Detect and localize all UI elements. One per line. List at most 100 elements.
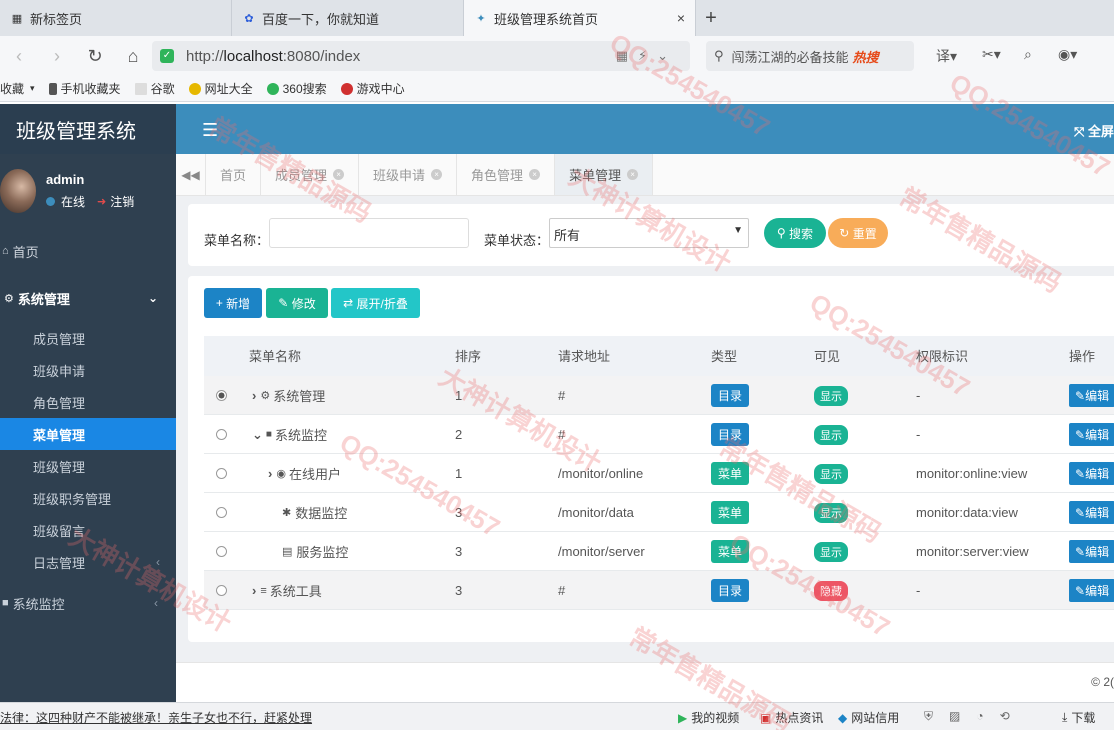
sidebar-item-logs[interactable]: 日志管理 ‹ bbox=[0, 546, 176, 578]
user-icon: ◉ bbox=[276, 468, 286, 480]
bookmark-mobile[interactable]: 手机收藏夹 bbox=[48, 80, 121, 97]
home-icon[interactable]: ⌂ bbox=[114, 46, 152, 67]
menu-name-input[interactable] bbox=[269, 218, 469, 248]
game-center-icon bbox=[340, 82, 353, 95]
expand-collapse-button[interactable]: ⇄ 展开/折叠 bbox=[331, 288, 420, 318]
forward-icon[interactable]: › bbox=[38, 46, 76, 67]
translate-icon[interactable]: 译▾ bbox=[936, 46, 957, 66]
hamburger-icon[interactable]: ☰ bbox=[202, 120, 218, 141]
col-url[interactable]: 请求地址 bbox=[558, 336, 610, 375]
news-ticker-link[interactable]: 法律：这四种财产不能被继承！亲生子女也不行，赶紧处理 bbox=[0, 709, 312, 726]
url-field[interactable]: ✓ http://localhost:8080/index ▦⚡⌄ bbox=[152, 41, 690, 71]
table-panel: + 新增 ✎ 修改 ⇄ 展开/折叠 菜单名称 排序 请求地址 类型 可见 权限标… bbox=[188, 276, 1114, 642]
browser-tab-app[interactable]: ✦ 班级管理系统首页 × bbox=[464, 0, 696, 36]
close-icon[interactable]: × bbox=[627, 169, 639, 180]
browser-tab-baidu[interactable]: ✿ 百度一下，你就知道 bbox=[232, 0, 464, 36]
reset-button[interactable]: ↻ 重置 bbox=[828, 218, 888, 248]
col-order[interactable]: 排序 bbox=[455, 336, 481, 375]
collapse-caret-icon[interactable]: ⌄ bbox=[252, 427, 263, 443]
col-action[interactable]: 操作 bbox=[1069, 336, 1095, 375]
hot-news-link[interactable]: ▣ 热点资讯 bbox=[760, 709, 823, 726]
magnifier-icon[interactable]: ⌕ bbox=[1024, 46, 1032, 63]
search-button[interactable]: ⚲ 搜索 bbox=[764, 218, 826, 248]
my-videos-link[interactable]: ▶ 我的视频 bbox=[678, 709, 739, 726]
close-icon[interactable]: × bbox=[529, 169, 541, 180]
type-badge: 菜单 bbox=[711, 462, 750, 485]
tab-menus[interactable]: 菜单管理 × bbox=[555, 154, 654, 195]
download-link[interactable]: ⤓ 下载 bbox=[1062, 709, 1095, 726]
col-type[interactable]: 类型 bbox=[711, 336, 737, 375]
menu-status-select[interactable]: 所有 ▼ bbox=[549, 218, 749, 248]
row-edit-button[interactable]: ✎编辑 bbox=[1069, 501, 1114, 524]
sidebar-item-messages[interactable]: 班级留言 bbox=[0, 514, 176, 546]
site-credit-link[interactable]: ◆ 网站信用 bbox=[838, 709, 899, 726]
col-name[interactable]: 菜单名称 bbox=[249, 336, 301, 375]
table-row[interactable]: ⌄ ■ 系统监控 2 # 目录 显示 - ✎编辑 bbox=[204, 415, 1114, 454]
status-tool-icons[interactable]: ⛨▨◔⟲ bbox=[924, 709, 1026, 724]
row-radio[interactable] bbox=[216, 390, 227, 401]
tab-members[interactable]: 成员管理 × bbox=[261, 154, 360, 195]
table-row[interactable]: ▤ 服务监控 3 /monitor/server 菜单 显示 monitor:se… bbox=[204, 532, 1114, 571]
scissors-icon[interactable]: ✂▾ bbox=[982, 46, 1001, 63]
tab-class-apply[interactable]: 班级申请 × bbox=[359, 154, 458, 195]
url-tools-icons[interactable]: ▦⚡⌄ bbox=[616, 48, 678, 64]
row-radio[interactable] bbox=[216, 546, 227, 557]
sidebar-item-class-apply[interactable]: 班级申请 bbox=[0, 354, 176, 386]
row-edit-button[interactable]: ✎编辑 bbox=[1069, 423, 1114, 446]
table-row[interactable]: › ≡ 系统工具 3 # 目录 隐藏 - ✎编辑 bbox=[204, 571, 1114, 610]
row-edit-button[interactable]: ✎编辑 bbox=[1069, 462, 1114, 485]
row-edit-button[interactable]: ✎编辑 bbox=[1069, 540, 1114, 563]
table-row[interactable]: › ◉ 在线用户 1 /monitor/online 菜单 显示 monitor:o… bbox=[204, 454, 1114, 493]
expand-caret-icon[interactable]: › bbox=[252, 583, 256, 598]
fullscreen-button[interactable]: ⤧ 全屏 bbox=[1074, 121, 1114, 140]
expand-caret-icon[interactable]: › bbox=[268, 466, 272, 481]
tab-home[interactable]: 首页 bbox=[206, 154, 262, 195]
sidebar-item-members[interactable]: 成员管理 bbox=[0, 322, 176, 354]
sidebar-item-monitor[interactable]: ■ 系统监控 ‹ bbox=[0, 578, 176, 628]
table-row[interactable]: › ⚙ 系统管理 1 # 目录 显示 - ✎编辑 bbox=[204, 376, 1114, 415]
sidebar-item-class-posts[interactable]: 班级职务管理 bbox=[0, 482, 176, 514]
tab-roles[interactable]: 角色管理 × bbox=[457, 154, 556, 195]
row-edit-button[interactable]: ✎编辑 bbox=[1069, 579, 1114, 602]
hidden-badge: 隐藏 bbox=[814, 580, 848, 601]
reload-icon[interactable]: ↻ bbox=[76, 46, 114, 67]
row-radio[interactable] bbox=[216, 585, 227, 596]
sidebar-item-roles[interactable]: 角色管理 bbox=[0, 386, 176, 418]
row-radio[interactable] bbox=[216, 468, 227, 479]
tabs-scroll-left-icon[interactable]: ◀◀ bbox=[176, 154, 206, 195]
search-icon: ⚲ bbox=[776, 226, 790, 240]
close-icon[interactable]: × bbox=[333, 169, 345, 180]
col-perm[interactable]: 权限标识 bbox=[916, 336, 968, 375]
table-row[interactable]: ✱ 数据监控 3 /monitor/data 菜单 显示 monitor:data… bbox=[204, 493, 1114, 532]
close-icon[interactable]: × bbox=[431, 169, 443, 180]
gamepad-icon[interactable]: ◉▾ bbox=[1058, 46, 1077, 63]
sidebar-item-menus[interactable]: 菜单管理 bbox=[0, 418, 176, 450]
visible-badge: 显示 bbox=[814, 502, 848, 523]
main-content: 菜单名称： 菜单状态： 所有 ▼ ⚲ 搜索 ↻ 重置 + 新增 ✎ 修改 ⇄ 展… bbox=[176, 196, 1114, 702]
bookmark-favorites[interactable]: 收藏 ▾ bbox=[0, 80, 35, 97]
close-tab-icon[interactable]: × bbox=[677, 10, 685, 26]
copyright-text: © 2( bbox=[1091, 675, 1114, 689]
grid-icon: ▦ bbox=[11, 12, 23, 25]
bookmark-google[interactable]: 谷歌 bbox=[134, 80, 175, 97]
col-visible[interactable]: 可见 bbox=[814, 336, 840, 375]
row-radio[interactable] bbox=[216, 429, 227, 440]
add-button[interactable]: + 新增 bbox=[204, 288, 262, 318]
back-icon[interactable]: ‹ bbox=[0, 46, 38, 67]
row-radio[interactable] bbox=[216, 507, 227, 518]
logout-link[interactable]: 注销 bbox=[110, 193, 134, 210]
row-edit-button[interactable]: ✎编辑 bbox=[1069, 384, 1114, 407]
bookmark-hao[interactable]: 网址大全 bbox=[188, 80, 253, 97]
sidebar-item-system[interactable]: ⚙ 系统管理 ⌄ bbox=[0, 274, 176, 322]
browser-search-field[interactable]: ⚲ 闯荡江湖的必备技能 热搜 bbox=[706, 41, 914, 71]
sidebar-item-classes[interactable]: 班级管理 bbox=[0, 450, 176, 482]
new-tab-button[interactable]: + bbox=[696, 0, 726, 36]
user-name: admin bbox=[46, 172, 85, 187]
bookmark-360[interactable]: 360搜索 bbox=[266, 80, 327, 97]
visible-badge: 显示 bbox=[814, 541, 848, 562]
sidebar-item-home[interactable]: ⌂ 首页 bbox=[0, 228, 176, 274]
expand-caret-icon[interactable]: › bbox=[252, 388, 256, 403]
browser-tab-new[interactable]: ▦ 新标签页 bbox=[0, 0, 232, 36]
bookmark-games[interactable]: 游戏中心 bbox=[340, 80, 405, 97]
edit-button[interactable]: ✎ 修改 bbox=[266, 288, 328, 318]
